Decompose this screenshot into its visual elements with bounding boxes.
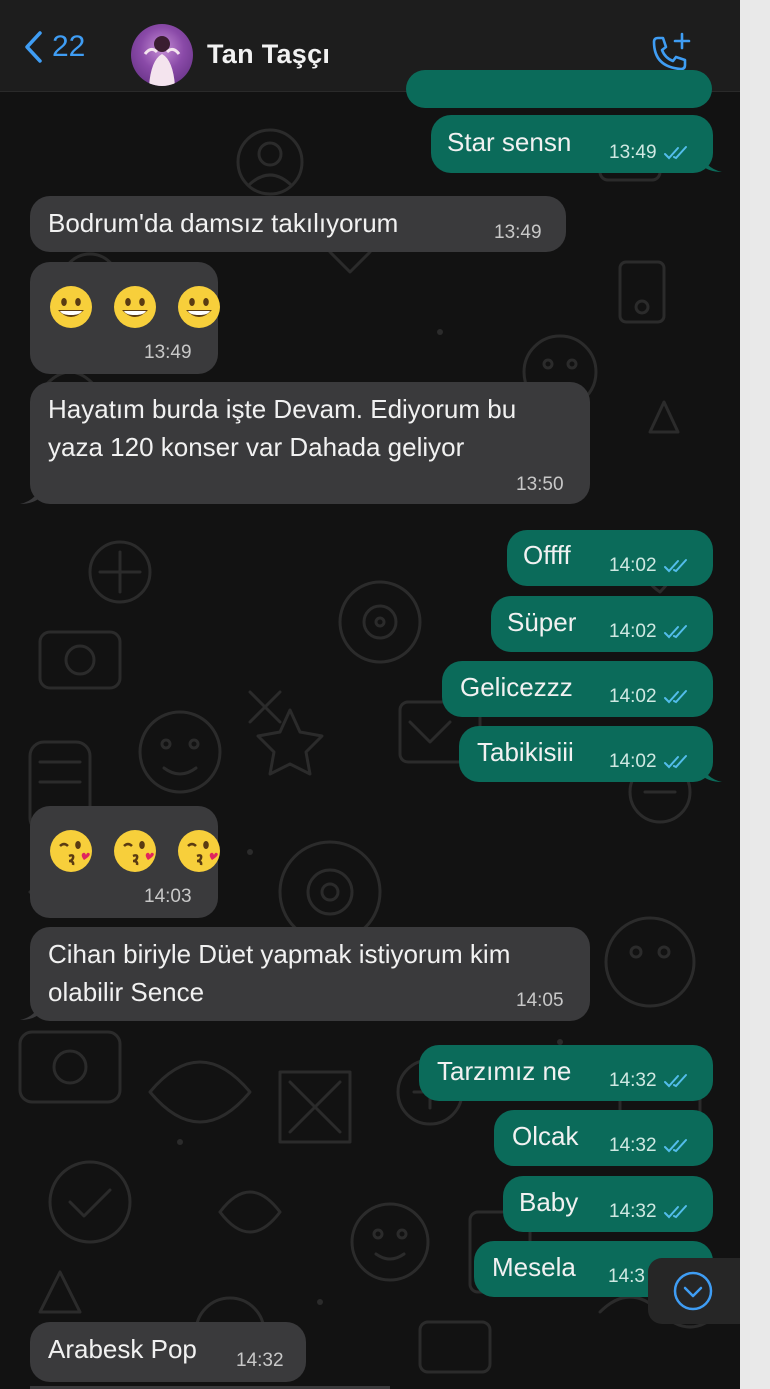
double-check-icon	[663, 689, 687, 704]
message-text-line: olabilir Sence	[48, 977, 205, 1007]
message-bubble-incoming[interactable]: Arabesk Pop 14:32	[30, 1322, 306, 1382]
double-check-icon	[663, 1073, 687, 1088]
message-text: Baby	[519, 1187, 579, 1217]
message-time: 14:32	[609, 1135, 689, 1157]
message-bubble-outgoing[interactable]: Gelicezzz 14:02	[442, 661, 713, 717]
message-bubble-outgoing[interactable]: Olcak 14:32	[494, 1110, 713, 1166]
double-check-icon	[663, 754, 687, 769]
message-time: 14:03	[144, 886, 192, 907]
message-time: 14:02	[609, 555, 689, 577]
double-check-icon	[663, 1138, 687, 1153]
message-text-line: Cihan biriyle Düet yapmak istiyorum kim	[48, 939, 511, 969]
unread-count: 22	[52, 30, 86, 63]
back-button[interactable]: 22	[22, 30, 85, 64]
chevron-down-icon	[673, 1271, 713, 1311]
message-bubble-incoming[interactable]: Bodrum'da damsız takılıyorum 13:49	[30, 196, 566, 252]
message-text: Tarzımız ne	[437, 1056, 572, 1086]
grinning-face-icon	[114, 286, 156, 328]
bubble-tail	[20, 482, 42, 504]
message-text: Olcak	[512, 1121, 579, 1151]
message-bubble-incoming[interactable]: Hayatım burda işte Devam. Ediyorum bu ya…	[30, 382, 590, 504]
message-time: 14:02	[609, 621, 689, 643]
message-text: Bodrum'da damsız takılıyorum	[48, 208, 399, 238]
message-bubble-outgoing[interactable]: Baby 14:32	[503, 1176, 713, 1232]
message-bubble-outgoing[interactable]: Star sensn 13:49	[431, 115, 713, 173]
emoji-row	[48, 828, 222, 874]
message-time: 14:3	[608, 1266, 645, 1287]
message-time: 14:32	[609, 1201, 689, 1223]
message-text: Star sensn	[447, 127, 572, 157]
double-check-icon	[663, 624, 687, 639]
kissing-face-icon	[50, 830, 92, 872]
message-bubble-outgoing[interactable]: Offff 14:02	[507, 530, 713, 586]
chat-screen: 22 Tan Taşçı Star sensn 13:49 Bodrum'da …	[0, 0, 740, 1389]
message-bubble-outgoing[interactable]: Tabikisiii 14:02	[459, 726, 713, 782]
message-bubble-incoming[interactable]: 14:03	[30, 806, 220, 918]
grinning-face-icon	[50, 286, 92, 328]
message-time: 13:49	[144, 342, 192, 363]
screenshot-edge	[740, 0, 770, 1389]
message-text: Mesela	[492, 1252, 576, 1282]
message-time: 13:49	[494, 222, 542, 243]
message-bubble-outgoing[interactable]: Süper 14:02	[491, 596, 713, 652]
message-bubble-incoming[interactable]: Cihan biriyle Düet yapmak istiyorum kim …	[30, 927, 590, 1021]
message-time: 14:05	[516, 990, 564, 1011]
bubble-tail	[700, 150, 722, 172]
bubble-tail	[20, 998, 42, 1020]
grinning-face-icon	[178, 286, 220, 328]
kissing-face-icon	[178, 830, 220, 872]
double-check-icon	[663, 558, 687, 573]
message-time: 14:32	[236, 1350, 284, 1371]
message-bubble-outgoing[interactable]: Tarzımız ne 14:32	[419, 1045, 713, 1101]
message-time: 14:02	[609, 751, 689, 773]
double-check-icon	[663, 145, 687, 160]
contact-name[interactable]: Tan Taşçı	[207, 39, 330, 70]
emoji-row	[48, 284, 222, 330]
message-text: Süper	[507, 607, 577, 637]
message-time: 14:32	[609, 1070, 689, 1092]
scroll-to-bottom-button[interactable]	[648, 1258, 740, 1324]
kissing-face-icon	[114, 830, 156, 872]
message-text-line: Hayatım burda işte Devam. Ediyorum bu	[48, 394, 517, 424]
message-text: Arabesk Pop	[48, 1334, 197, 1364]
double-check-icon	[663, 1204, 687, 1219]
message-time: 14:02	[609, 686, 689, 708]
avatar[interactable]	[131, 24, 193, 86]
message-bubble-incoming[interactable]: 13:49	[30, 262, 220, 374]
message-bubble-partial	[406, 70, 712, 108]
message-text: Gelicezzz	[460, 672, 573, 702]
message-time: 13:50	[516, 474, 564, 495]
chevron-left-icon	[25, 31, 42, 63]
bubble-tail	[700, 760, 722, 782]
message-text: Offff	[523, 540, 571, 570]
message-text-line: yaza 120 konser var Dahada geliyor	[48, 432, 465, 462]
message-text: Tabikisiii	[477, 737, 574, 767]
message-time: 13:49	[609, 142, 689, 164]
